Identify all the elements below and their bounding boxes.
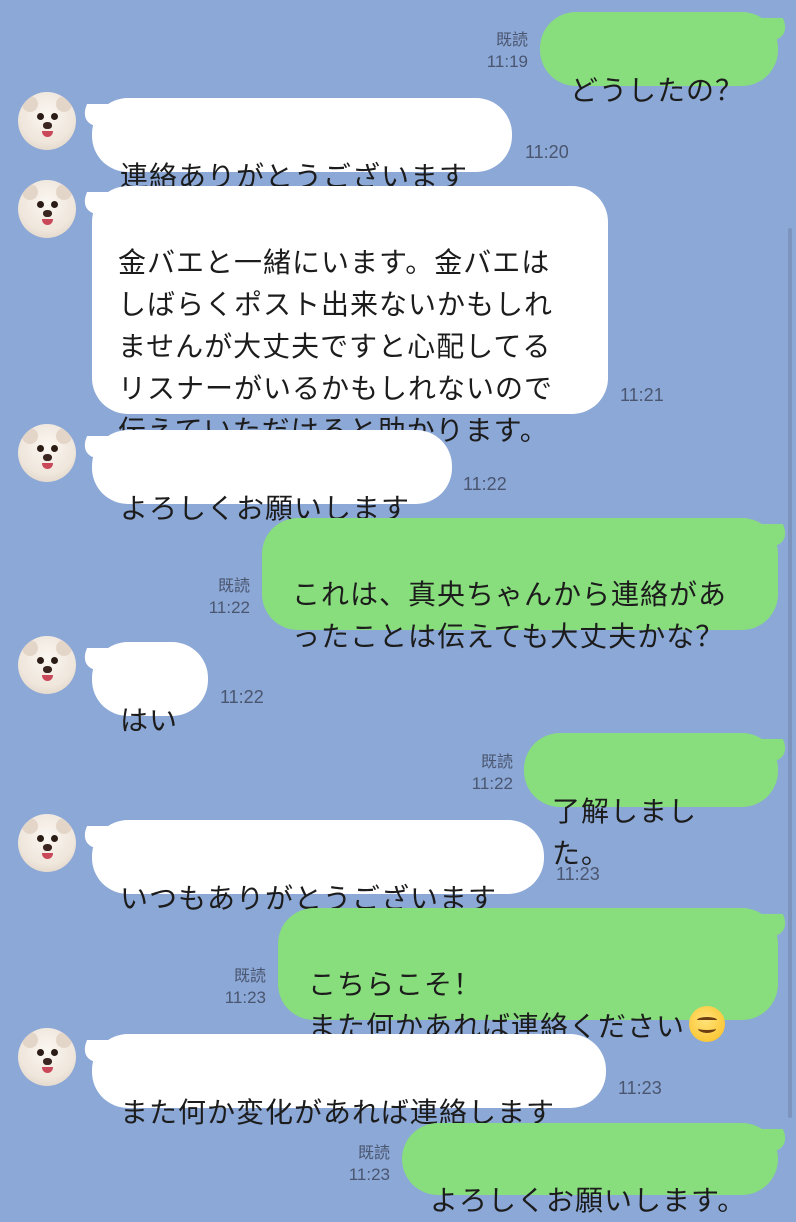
avatar-eye — [37, 201, 44, 208]
avatar-ear — [56, 640, 72, 656]
message-time: 11:23 — [348, 1165, 390, 1184]
message-text: はい — [120, 704, 179, 737]
message-text: 了解しました。 — [552, 795, 698, 870]
message-time: 11:23 — [556, 864, 600, 884]
message-meta: 既読 11:22 — [192, 576, 250, 618]
avatar-eye — [51, 1049, 58, 1056]
message-bubble-outgoing[interactable]: こちらこそ！ また何かあれば連絡ください — [278, 908, 778, 1043]
avatar-nose — [43, 210, 52, 217]
avatar-eye — [51, 113, 58, 120]
avatar-ear — [22, 1032, 38, 1048]
smiling-face-emoji — [689, 1006, 726, 1042]
avatar-nose — [43, 844, 52, 851]
avatar-eye — [37, 1049, 44, 1056]
avatar-ear — [56, 428, 72, 444]
avatar-eye — [37, 835, 44, 842]
avatar-mouth — [42, 853, 53, 859]
avatar-nose — [43, 454, 52, 461]
message-meta: 既読 11:19 — [470, 30, 528, 72]
contact-avatar[interactable] — [18, 92, 76, 150]
read-receipt: 既読 — [217, 578, 250, 595]
message-text: こちらこそ！ また何かあれば連絡ください — [308, 968, 686, 1043]
read-receipt: 既読 — [357, 1145, 390, 1162]
avatar-ear — [56, 96, 72, 112]
avatar-eye — [51, 445, 58, 452]
read-receipt: 既読 — [480, 754, 513, 771]
contact-avatar[interactable] — [18, 636, 76, 694]
avatar-eye — [37, 657, 44, 664]
avatar-ear — [22, 96, 38, 112]
message-text: よろしくお願いします。 — [430, 1184, 747, 1217]
avatar-mouth — [42, 1067, 53, 1073]
message-meta: 既読 11:23 — [208, 966, 266, 1008]
read-receipt: 既読 — [495, 32, 528, 49]
message-time: 11:19 — [486, 52, 528, 71]
message-bubble-outgoing[interactable]: これは、真央ちゃんから連絡があ ったことは伝えても大丈夫かな？ — [262, 518, 778, 653]
message-meta: 既読 11:22 — [455, 752, 513, 794]
avatar-ear — [56, 818, 72, 834]
avatar-mouth — [42, 131, 53, 137]
message-time: 11:21 — [620, 385, 664, 405]
message-bubble-outgoing[interactable]: よろしくお願いします。 — [402, 1123, 778, 1217]
message-text: どうしたの？ — [570, 74, 745, 107]
avatar-ear — [22, 428, 38, 444]
avatar-ear — [22, 640, 38, 656]
message-text: 金バエと一緒にいます。金バエは しばらくポスト出来ないかもしれ ませんが大丈夫で… — [118, 246, 554, 447]
avatar-ear — [22, 818, 38, 834]
message-time: 11:22 — [220, 687, 264, 707]
message-bubble-incoming[interactable]: いつもありがとうございます — [92, 820, 544, 915]
contact-avatar[interactable] — [18, 814, 76, 872]
contact-avatar[interactable] — [18, 180, 76, 238]
message-bubble-incoming[interactable]: よろしくお願いします — [92, 430, 452, 525]
message-time: 11:22 — [471, 774, 513, 793]
message-bubble-outgoing[interactable]: 了解しました。 — [524, 733, 778, 870]
avatar-eye — [37, 113, 44, 120]
message-time: 11:23 — [618, 1078, 662, 1098]
avatar-nose — [43, 1058, 52, 1065]
message-bubble-outgoing[interactable]: どうしたの？ — [540, 12, 778, 107]
message-time: 11:22 — [208, 598, 250, 617]
avatar-eye — [51, 835, 58, 842]
contact-avatar[interactable] — [18, 424, 76, 482]
avatar-ear — [56, 1032, 72, 1048]
avatar-mouth — [42, 675, 53, 681]
avatar-eye — [51, 201, 58, 208]
message-bubble-incoming[interactable]: 連絡ありがとうございます — [92, 98, 512, 193]
avatar-mouth — [42, 463, 53, 469]
avatar-ear — [56, 184, 72, 200]
message-time: 11:20 — [525, 142, 569, 162]
message-meta: 既読 11:23 — [332, 1143, 390, 1185]
chat-view[interactable]: 既読 11:19 どうしたの？ 連絡ありがとうございます 11:20 金バエと一… — [0, 0, 796, 1217]
message-bubble-incoming[interactable]: 金バエと一緒にいます。金バエは しばらくポスト出来ないかもしれ ませんが大丈夫で… — [92, 186, 608, 447]
scrollbar[interactable] — [788, 228, 792, 1118]
avatar-nose — [43, 122, 52, 129]
message-text: これは、真央ちゃんから連絡があ ったことは伝えても大丈夫かな？ — [292, 578, 728, 653]
avatar-eye — [37, 445, 44, 452]
avatar-nose — [43, 666, 52, 673]
message-time: 11:22 — [463, 474, 507, 494]
read-receipt: 既読 — [233, 968, 266, 985]
avatar-ear — [22, 184, 38, 200]
contact-avatar[interactable] — [18, 1028, 76, 1086]
message-bubble-incoming[interactable]: また何か変化があれば連絡します — [92, 1034, 606, 1129]
avatar-mouth — [42, 219, 53, 225]
message-bubble-incoming[interactable]: はい — [92, 642, 208, 737]
avatar-eye — [51, 657, 58, 664]
message-time: 11:23 — [224, 988, 266, 1007]
